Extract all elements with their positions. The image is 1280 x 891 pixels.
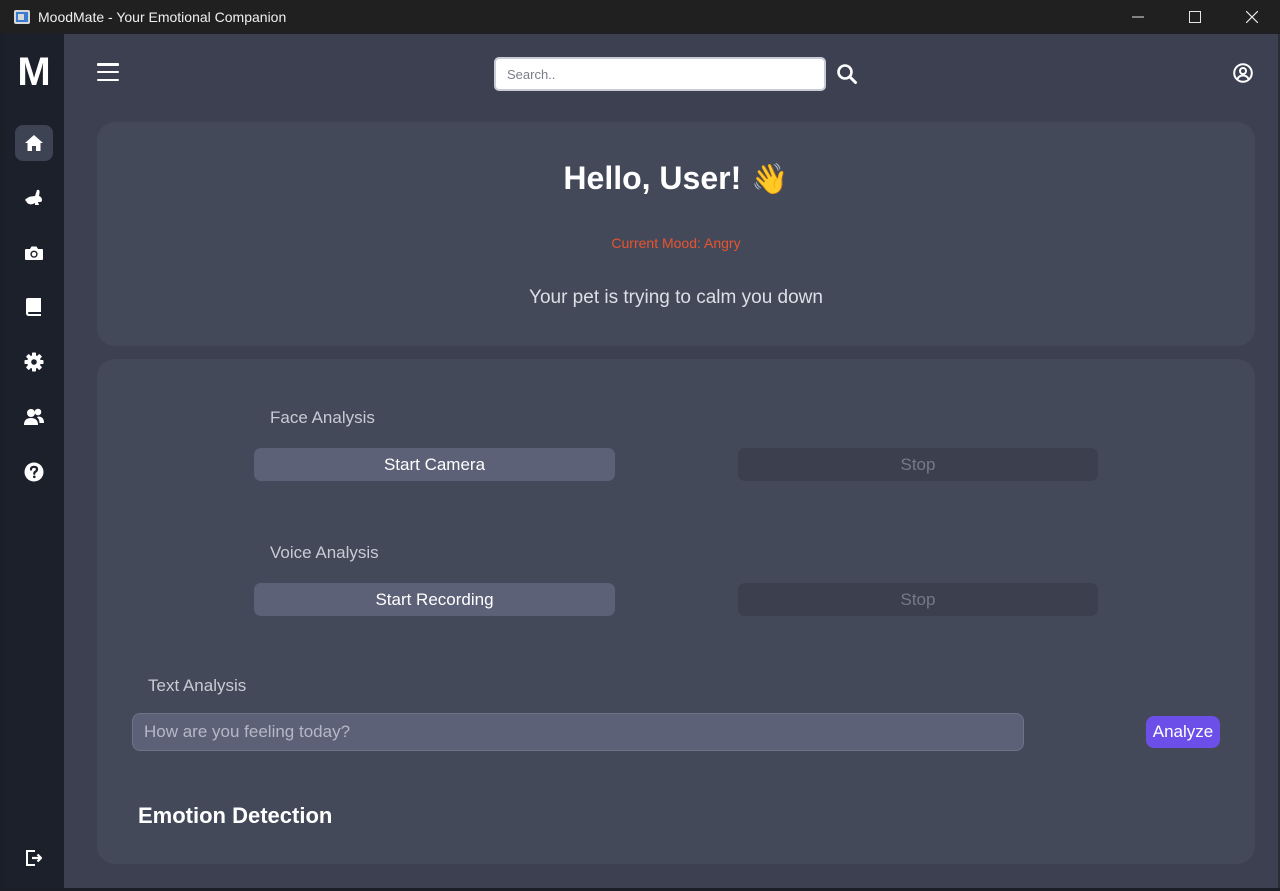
logout-button[interactable]: [15, 840, 53, 876]
text-analysis-label: Text Analysis: [148, 676, 247, 695]
sidebar-item-community[interactable]: [15, 399, 53, 435]
app-logo: M: [17, 50, 51, 94]
emotion-detection-heading: Emotion Detection: [138, 803, 333, 828]
sidebar-item-help[interactable]: [15, 454, 53, 490]
feeling-text-input[interactable]: [132, 713, 1024, 751]
greeting-title: Hello, User! 👋: [97, 160, 1255, 197]
menu-toggle-icon[interactable]: [97, 63, 119, 81]
book-icon: [26, 298, 41, 316]
sidebar-item-home[interactable]: [15, 125, 53, 161]
voice-analysis-label: Voice Analysis: [270, 543, 379, 562]
greeting-text: Hello, User!: [563, 160, 742, 196]
app-window: M Search.. Hello, User! 👋 Current Mood: …: [4, 34, 1278, 888]
search-icon[interactable]: [836, 63, 858, 85]
start-recording-button[interactable]: Start Recording: [254, 583, 615, 616]
sidebar-item-settings[interactable]: [15, 344, 53, 380]
face-analysis-label: Face Analysis: [270, 408, 375, 427]
camera-icon: [25, 246, 43, 260]
window-controls: [1109, 0, 1280, 33]
sidebar-item-journal[interactable]: [15, 289, 53, 325]
minimize-icon[interactable]: [1109, 0, 1166, 33]
close-icon[interactable]: [1223, 0, 1280, 33]
pet-status-message: Your pet is trying to calm you down: [529, 287, 823, 308]
start-camera-button[interactable]: Start Camera: [254, 448, 615, 481]
greeting-card: Hello, User! 👋 Current Mood: Angry Your p…: [97, 122, 1255, 346]
analyze-button[interactable]: Analyze: [1146, 716, 1220, 748]
question-icon: [24, 462, 44, 482]
window-title: MoodMate - Your Emotional Companion: [38, 8, 287, 25]
search-input[interactable]: [494, 57, 826, 91]
analysis-card: Face Analysis Start Camera Stop Voice An…: [97, 359, 1255, 864]
home-icon: [25, 135, 43, 151]
gear-icon: [24, 352, 44, 372]
logout-icon: [26, 850, 43, 866]
app-icon: [14, 9, 30, 24]
users-icon: [24, 408, 44, 425]
rabbit-icon: [25, 189, 42, 205]
stop-recording-button[interactable]: Stop: [738, 583, 1098, 616]
sidebar: M: [4, 34, 64, 888]
sidebar-item-camera[interactable]: [15, 235, 53, 271]
waving-hand-icon: 👋: [751, 163, 789, 196]
main-content: Hello, User! 👋 Current Mood: Angry Your p…: [64, 34, 1278, 888]
stop-camera-button[interactable]: Stop: [738, 448, 1098, 481]
sidebar-item-pet[interactable]: [15, 180, 53, 216]
current-mood-label: Current Mood: Angry: [611, 235, 741, 251]
title-bar: MoodMate - Your Emotional Companion: [0, 0, 1280, 33]
user-circle-icon[interactable]: [1233, 63, 1253, 83]
maximize-icon[interactable]: [1166, 0, 1223, 33]
